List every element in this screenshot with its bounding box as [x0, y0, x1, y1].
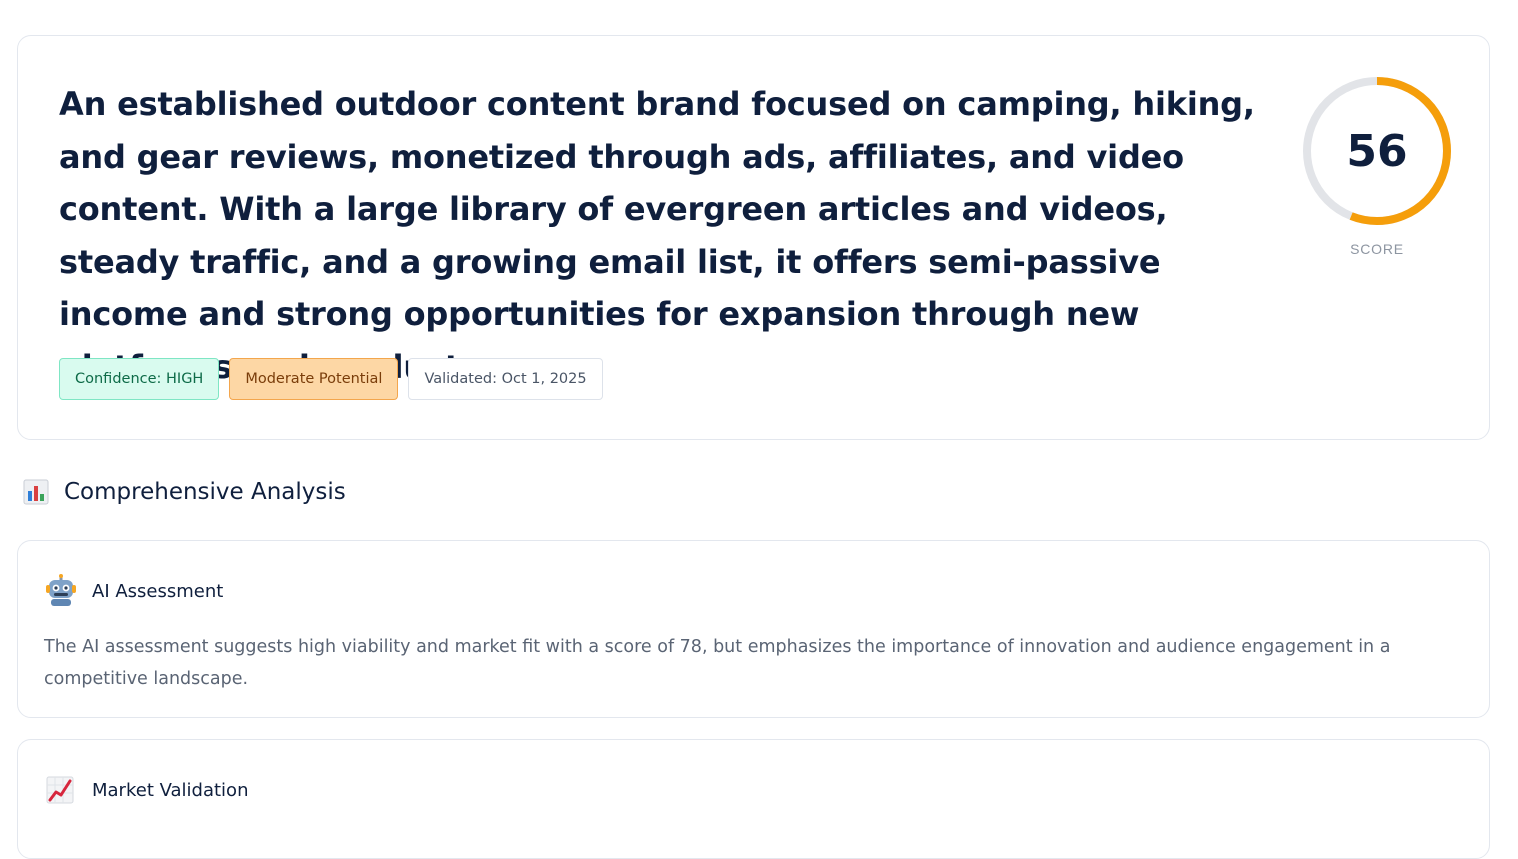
score-label: SCORE — [1350, 241, 1404, 257]
section-heading: Comprehensive Analysis — [22, 478, 346, 506]
ai-assessment-card: AI Assessment The AI assessment suggests… — [17, 540, 1490, 718]
score-value: 56 — [1346, 125, 1408, 177]
trending-up-chart-icon — [46, 776, 74, 804]
card-header: AI Assessment — [46, 574, 224, 606]
card-header: Market Validation — [46, 776, 248, 804]
confidence-badge: Confidence: HIGH — [59, 358, 220, 400]
score-ring: 56 — [1300, 74, 1454, 228]
summary-card: An established outdoor content brand foc… — [17, 35, 1490, 440]
potential-badge: Moderate Potential — [229, 358, 399, 400]
card-title: AI Assessment — [92, 580, 224, 602]
validated-date-badge: Validated: Oct 1, 2025 — [408, 358, 603, 400]
bar-chart-icon — [22, 478, 50, 506]
card-body: The AI assessment suggests high viabilit… — [44, 637, 1391, 689]
business-description: An established outdoor content brand foc… — [59, 85, 1255, 386]
badge-row: Confidence: HIGH Moderate Potential Vali… — [59, 358, 603, 400]
robot-icon — [46, 574, 76, 606]
section-title: Comprehensive Analysis — [64, 479, 346, 505]
market-validation-card: Market Validation — [17, 739, 1490, 859]
card-title: Market Validation — [92, 779, 249, 801]
